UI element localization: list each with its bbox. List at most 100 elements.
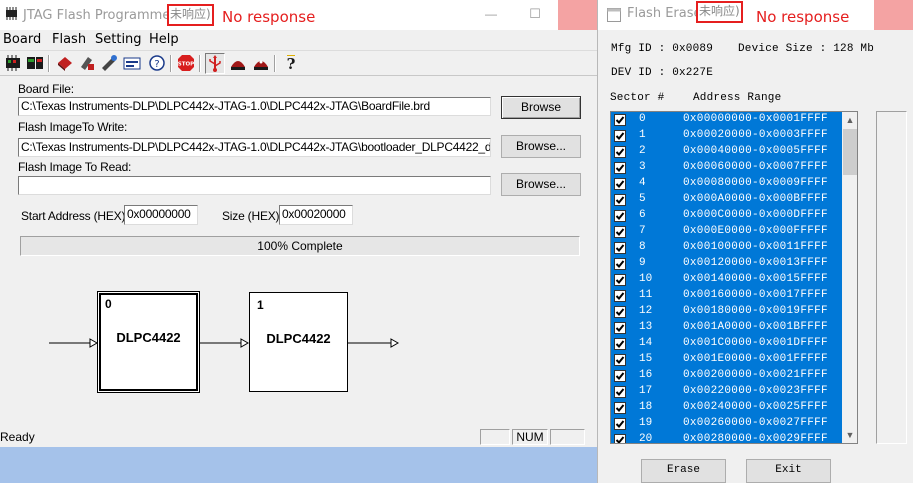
menu-board[interactable]: Board	[3, 32, 41, 47]
scrollbar-thumb[interactable]	[843, 129, 857, 175]
size-input[interactable]: 0x00020000	[279, 205, 353, 225]
sector-row[interactable]: 6 0x000C0000-0x000DFFFF	[611, 208, 842, 224]
menu-bar: Board Flash Setting Help	[0, 30, 597, 49]
sector-checkbox[interactable]	[614, 386, 626, 398]
sector-row[interactable]: 16 0x00200000-0x0021FFFF	[611, 368, 842, 384]
sector-row[interactable]: 2 0x00040000-0x0005FFFF	[611, 144, 842, 160]
checkmark-icon	[615, 132, 625, 140]
sector-checkbox[interactable]	[614, 274, 626, 286]
sector-checkbox[interactable]	[614, 146, 626, 158]
start-address-label: Start Address (HEX):	[21, 209, 129, 223]
sector-checkbox[interactable]	[614, 434, 626, 443]
menu-help[interactable]: Help	[149, 32, 179, 47]
sector-row[interactable]: 20 0x00280000-0x0029FFFF	[611, 432, 842, 443]
sector-row[interactable]: 11 0x00160000-0x0017FFFF	[611, 288, 842, 304]
sector-row[interactable]: 3 0x00060000-0x0007FFFF	[611, 160, 842, 176]
menu-setting[interactable]: Setting	[95, 32, 142, 47]
status-pane-scroll	[550, 429, 585, 445]
sector-checkbox[interactable]	[614, 178, 626, 190]
verify-icon[interactable]	[99, 53, 119, 74]
sector-number: 15	[639, 353, 653, 365]
info-icon[interactable]: ?	[147, 53, 167, 74]
chain-device-index: 1	[257, 298, 264, 312]
read-icon[interactable]	[228, 53, 248, 74]
sector-checkbox[interactable]	[614, 354, 626, 366]
sector-row[interactable]: 1 0x00020000-0x0003FFFF	[611, 128, 842, 144]
program-icon[interactable]	[77, 53, 97, 74]
address-range-column-header: Address Range	[693, 92, 782, 104]
erase-title-bar[interactable]: Flash Erase 未响应) No response	[598, 0, 913, 30]
chain-device-name: DLPC4422	[116, 330, 181, 345]
flash-write-browse-button[interactable]: Browse...	[501, 135, 581, 158]
chain-device-0[interactable]: 0 DLPC4422	[97, 291, 200, 393]
sector-column-header: Sector #	[610, 92, 665, 104]
board-file-icon[interactable]	[3, 53, 23, 74]
chip-config-icon[interactable]	[25, 53, 45, 74]
sector-checkbox[interactable]	[614, 418, 626, 430]
sector-checkbox[interactable]	[614, 210, 626, 222]
sector-checkbox[interactable]	[614, 194, 626, 206]
sector-row[interactable]: 0 0x00000000-0x0001FFFF	[611, 112, 842, 128]
sector-row[interactable]: 19 0x00260000-0x0027FFFF	[611, 416, 842, 432]
sector-row[interactable]: 8 0x00100000-0x0011FFFF	[611, 240, 842, 256]
svg-text:?: ?	[154, 59, 159, 70]
not-responding-label: 未响应)	[167, 4, 214, 26]
maximize-button[interactable]: ☐	[520, 2, 550, 26]
sector-list-scrollbar[interactable]: ▲ ▼	[842, 112, 857, 443]
sector-row[interactable]: 15 0x001E0000-0x001FFFFF	[611, 352, 842, 368]
status-bar: Ready NUM	[0, 428, 597, 446]
close-button[interactable]	[874, 0, 913, 30]
sector-row[interactable]: 14 0x001C0000-0x001DFFFF	[611, 336, 842, 352]
sector-row[interactable]: 12 0x00180000-0x0019FFFF	[611, 304, 842, 320]
board-file-input[interactable]: C:\Texas Instruments-DLP\DLPC442x-JTAG-1…	[18, 97, 491, 116]
stop-icon[interactable]: STOP	[176, 53, 196, 74]
sector-row[interactable]: 13 0x001A0000-0x001BFFFF	[611, 320, 842, 336]
chain-device-index: 0	[105, 297, 112, 311]
erase-icon[interactable]	[55, 53, 75, 74]
sector-number: 11	[639, 289, 653, 301]
sector-number: 9	[639, 257, 646, 269]
sector-checkbox[interactable]	[614, 114, 626, 126]
close-button[interactable]	[558, 0, 597, 30]
sector-row[interactable]: 9 0x00120000-0x0013FFFF	[611, 256, 842, 272]
memory-icon[interactable]	[122, 53, 142, 74]
sector-checkbox[interactable]	[614, 370, 626, 382]
sector-row[interactable]: 7 0x000E0000-0x000FFFFF	[611, 224, 842, 240]
sector-row[interactable]: 18 0x00240000-0x0025FFFF	[611, 400, 842, 416]
sector-checkbox[interactable]	[614, 322, 626, 334]
sector-checkbox[interactable]	[614, 242, 626, 254]
sector-checkbox[interactable]	[614, 130, 626, 142]
sector-checkbox[interactable]	[614, 290, 626, 302]
scroll-down-arrow-icon[interactable]: ▼	[842, 427, 857, 443]
menu-flash[interactable]: Flash	[52, 32, 86, 47]
sector-checkbox[interactable]	[614, 338, 626, 350]
scroll-up-arrow-icon[interactable]: ▲	[842, 112, 857, 128]
checkmark-icon	[615, 340, 625, 348]
checkmark-icon	[615, 196, 625, 204]
sector-checkbox[interactable]	[614, 306, 626, 318]
write-icon[interactable]	[251, 53, 271, 74]
help-icon[interactable]: ?	[281, 53, 301, 74]
exit-button[interactable]: Exit	[746, 459, 831, 483]
erase-button[interactable]: Erase	[641, 459, 726, 483]
sector-checkbox[interactable]	[614, 402, 626, 414]
sector-address-range: 0x000A0000-0x000BFFFF	[683, 193, 828, 205]
sector-row[interactable]: 10 0x00140000-0x0015FFFF	[611, 272, 842, 288]
sector-checkbox[interactable]	[614, 258, 626, 270]
usb-icon[interactable]	[205, 53, 225, 74]
title-bar[interactable]: JTAG Flash Programmer 未响应) No response —…	[0, 0, 597, 30]
checkmark-icon	[615, 164, 625, 172]
board-file-browse-button[interactable]: Browse	[501, 96, 581, 119]
sector-checkbox[interactable]	[614, 226, 626, 238]
flash-write-input[interactable]: C:\Texas Instruments-DLP\DLPC442x-JTAG-1…	[18, 138, 491, 157]
sector-checkbox[interactable]	[614, 162, 626, 174]
sector-row[interactable]: 17 0x00220000-0x0023FFFF	[611, 384, 842, 400]
start-address-input[interactable]: 0x00000000	[124, 205, 198, 225]
sector-row[interactable]: 4 0x00080000-0x0009FFFF	[611, 176, 842, 192]
flash-read-browse-button[interactable]: Browse...	[501, 173, 581, 196]
flash-read-input[interactable]	[18, 176, 491, 195]
sector-list[interactable]: 0 0x00000000-0x0001FFFF 1 0x00020000-0x0003…	[610, 111, 858, 444]
sector-row[interactable]: 5 0x000A0000-0x000BFFFF	[611, 192, 842, 208]
chain-device-1[interactable]: 1 DLPC4422	[249, 292, 348, 392]
minimize-button[interactable]: —	[476, 2, 506, 26]
